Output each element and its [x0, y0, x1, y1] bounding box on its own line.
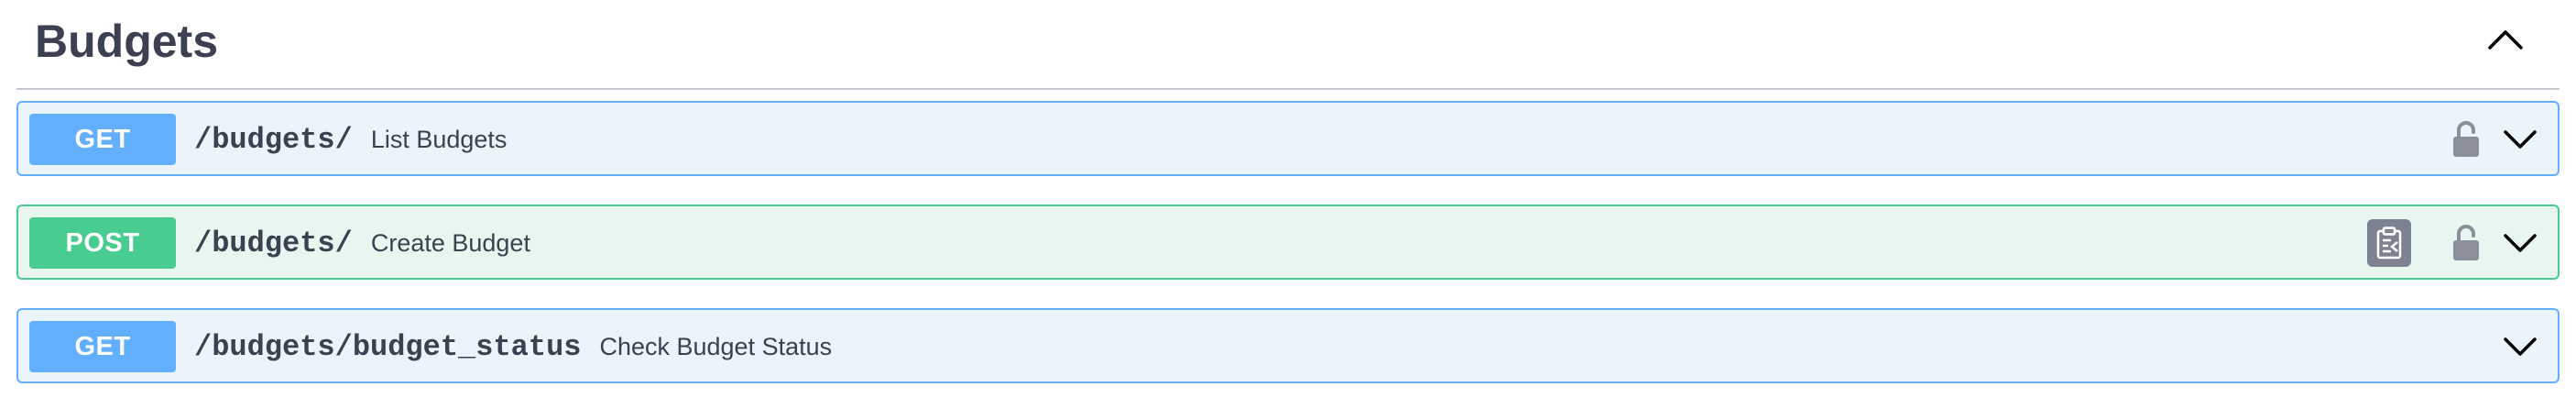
- lock-icon[interactable]: [2448, 116, 2484, 163]
- lock-icon[interactable]: [2448, 219, 2484, 267]
- operation-summary: Check Budget Status: [599, 333, 833, 360]
- operation-controls: [2448, 112, 2543, 167]
- operation-path: /budgets/budget_status Check Budget Statu…: [194, 319, 832, 375]
- operation-controls: [2367, 216, 2543, 271]
- chevron-down-icon[interactable]: [2497, 323, 2543, 370]
- path-text: /budgets/: [194, 123, 353, 157]
- operation-get-budget-status[interactable]: GET /budgets/budget_status Check Budget S…: [16, 308, 2560, 383]
- operation-controls: [2497, 319, 2543, 374]
- chevron-down-icon[interactable]: [2497, 116, 2543, 163]
- operation-summary: List Budgets: [370, 126, 508, 153]
- operation-post-budgets[interactable]: POST /budgets/Create Budget: [16, 204, 2560, 280]
- section-header-budgets[interactable]: Budgets: [16, 0, 2560, 90]
- path-text: /budgets/budget_status: [194, 330, 582, 364]
- operation-path: /budgets/Create Budget: [194, 216, 530, 271]
- method-badge: GET: [29, 114, 176, 165]
- operation-summary: Create Budget: [370, 229, 530, 257]
- section-title: Budgets: [35, 16, 218, 67]
- chevron-down-icon[interactable]: [2497, 219, 2543, 267]
- method-badge: POST: [29, 217, 176, 269]
- operation-get-budgets[interactable]: GET /budgets/List Budgets: [16, 101, 2560, 176]
- chevron-up-icon[interactable]: [2481, 18, 2530, 61]
- clipboard-icon[interactable]: [2367, 219, 2411, 267]
- method-badge: GET: [29, 321, 176, 372]
- operation-path: /budgets/List Budgets: [194, 112, 507, 168]
- path-text: /budgets/: [194, 227, 353, 260]
